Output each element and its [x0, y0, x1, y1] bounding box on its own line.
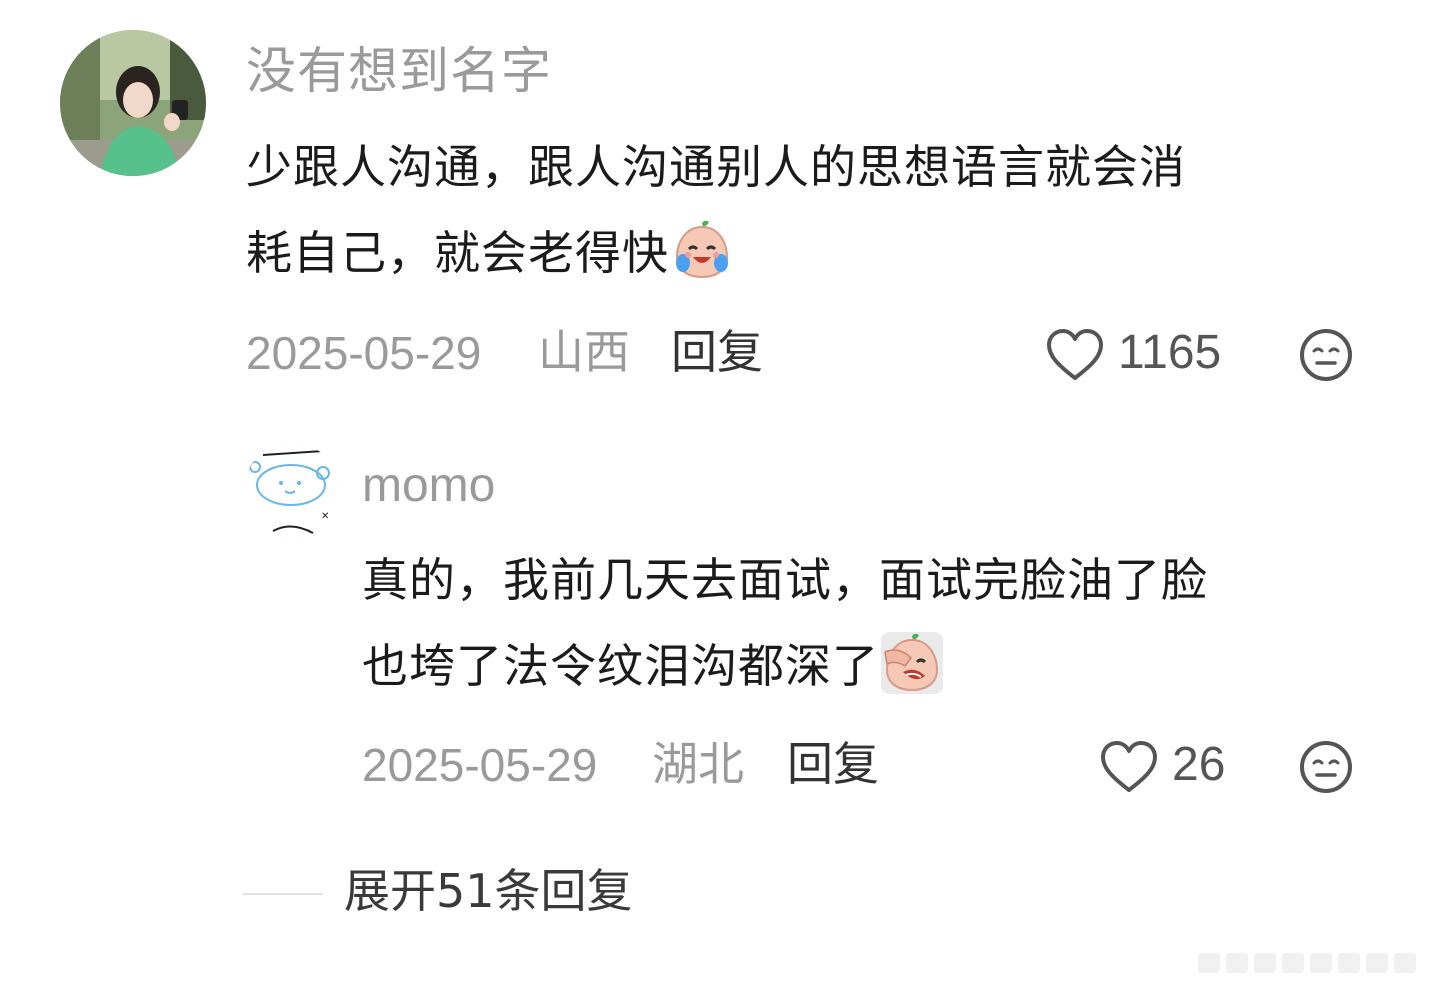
reply-text-line: 也垮了法令纹泪沟都深了	[362, 623, 1402, 709]
reply-text-line: 真的，我前几天去面试，面试完脸油了脸	[362, 553, 1208, 607]
neutral-face-icon[interactable]	[1298, 739, 1354, 795]
like-count: 1165	[1118, 326, 1222, 379]
user-avatar[interactable]	[60, 30, 206, 176]
expand-replies-button[interactable]: 展开51条回复	[344, 868, 633, 914]
reply-user-avatar[interactable]: ✕	[243, 443, 341, 541]
facepalm-crying-emoji-icon	[881, 632, 943, 694]
watermark-logo	[1198, 949, 1430, 977]
reply-date: 2025-05-29	[362, 739, 598, 791]
reply-text-segment: 也垮了法令纹泪沟都深了	[362, 639, 879, 693]
reply-text: 真的，我前几天去面试，面试完脸油了脸 也垮了法令纹泪沟都深了	[362, 537, 1402, 709]
comment-location: 山西	[538, 325, 630, 379]
crying-laughing-emoji-icon	[671, 219, 733, 281]
comment-username[interactable]: 没有想到名字	[246, 46, 552, 96]
neutral-face-icon[interactable]	[1298, 327, 1354, 383]
reply-button[interactable]: 回复	[671, 329, 763, 375]
reply-to-reply-button[interactable]: 回复	[787, 741, 879, 787]
comment-text-line: 耗自己，就会老得快	[246, 210, 1416, 296]
reply-like-count: 26	[1172, 738, 1226, 791]
comment-date: 2025-05-29	[246, 327, 482, 379]
comment-text-line: 少跟人沟通，跟人沟通别人的思想语言就会消	[246, 140, 1186, 194]
reply-username[interactable]: momo	[362, 462, 495, 510]
heart-icon[interactable]	[1100, 740, 1158, 794]
heart-icon[interactable]	[1046, 328, 1104, 382]
comment-text: 少跟人沟通，跟人沟通别人的思想语言就会消 耗自己，就会老得快	[246, 124, 1416, 296]
svg-text:✕: ✕	[321, 511, 329, 522]
reply-location: 湖北	[652, 737, 744, 791]
comment-text-segment: 耗自己，就会老得快	[246, 226, 669, 280]
expand-divider	[243, 893, 323, 895]
